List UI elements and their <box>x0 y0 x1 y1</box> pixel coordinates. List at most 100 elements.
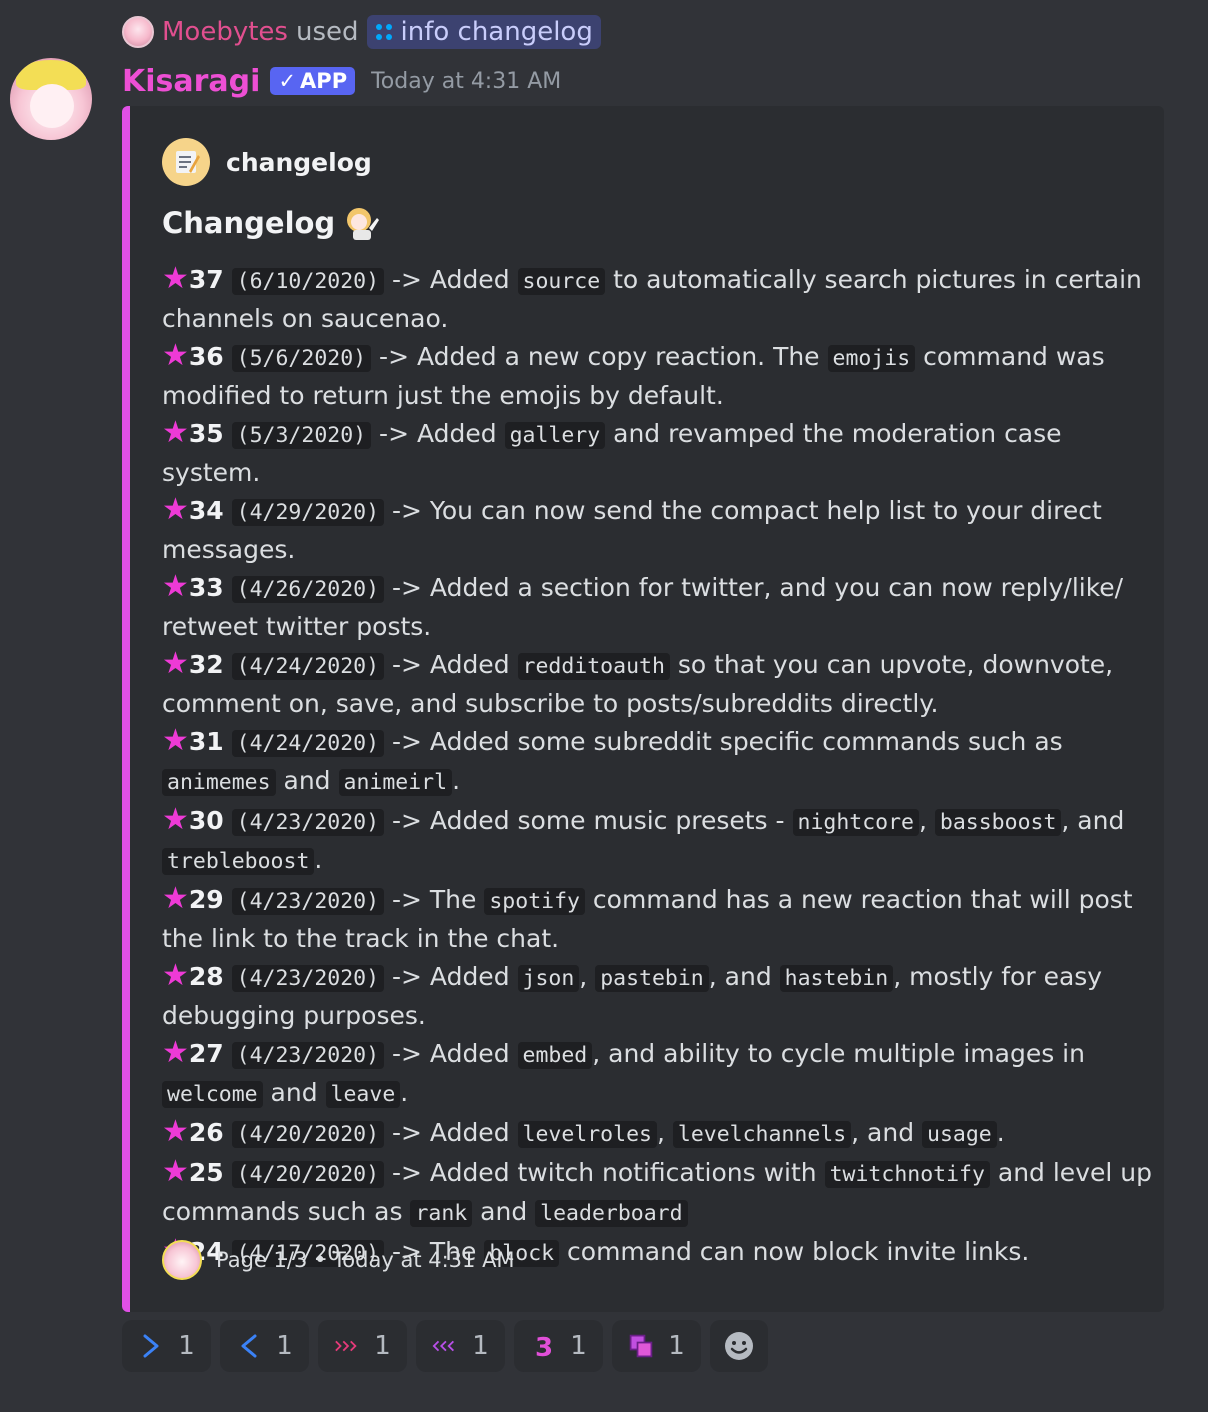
entry-text: . <box>996 1118 1005 1147</box>
copy-icon <box>628 1333 654 1359</box>
entry-number: 26 <box>188 1118 224 1147</box>
star-icon: ★ <box>162 1154 189 1189</box>
reply-username[interactable]: Moebytes <box>162 17 288 47</box>
command-code: leave <box>325 1081 401 1108</box>
bot-avatar[interactable] <box>10 58 92 140</box>
entry-number: 31 <box>188 727 224 756</box>
entry-date: (5/3/2020) <box>231 422 372 449</box>
smiley-icon <box>725 1332 753 1360</box>
entry-date: (4/23/2020) <box>231 888 385 915</box>
changelog-entries: ★37 (6/10/2020) -> Added source to autom… <box>162 260 1152 1272</box>
command-code: animemes <box>162 769 276 796</box>
command-code: source <box>517 268 606 295</box>
command-mention[interactable]: info changelog <box>366 15 601 49</box>
star-icon: ★ <box>162 881 189 916</box>
star-icon: ★ <box>162 958 189 993</box>
embed-title-text: Changelog <box>162 206 336 240</box>
entry-date: (4/20/2020) <box>231 1161 385 1188</box>
message-header: Kisaragi ✓ APP Today at 4:31 AM <box>122 60 561 102</box>
command-name: info changelog <box>400 17 593 47</box>
star-icon: ★ <box>162 338 189 373</box>
command-code: twitchnotify <box>824 1161 990 1188</box>
changelog-entry: ★37 (6/10/2020) -> Added source to autom… <box>162 260 1152 337</box>
entry-text: , and <box>708 962 780 991</box>
entry-text: -> Added <box>384 265 518 294</box>
star-icon: ★ <box>162 569 189 604</box>
star-icon: ★ <box>162 723 189 758</box>
star-icon: ★ <box>162 802 189 837</box>
entry-text: , and <box>1061 806 1125 835</box>
fast-forward-icon <box>334 1333 360 1359</box>
command-code: rank <box>410 1200 473 1227</box>
changelog-entry: ★32 (4/24/2020) -> Added redditoauth so … <box>162 645 1152 722</box>
reaction-count: 1 <box>374 1331 391 1361</box>
changelog-entry: ★33 (4/26/2020) -> Added a section for t… <box>162 568 1152 645</box>
command-code: levelroles <box>517 1121 657 1148</box>
changelog-entry: ★25 (4/20/2020) -> Added twitch notifica… <box>162 1153 1152 1232</box>
entry-text: and <box>472 1197 536 1226</box>
bot-username[interactable]: Kisaragi <box>122 64 260 99</box>
changelog-entry: ★36 (5/6/2020) -> Added a new copy react… <box>162 337 1152 414</box>
left-chevron-icon <box>236 1333 262 1359</box>
entry-date: (4/23/2020) <box>231 809 385 836</box>
entry-date: (4/23/2020) <box>231 1042 385 1069</box>
memo-icon <box>162 138 210 186</box>
entry-date: (6/10/2020) <box>231 268 385 295</box>
entry-number: 25 <box>188 1158 224 1187</box>
entry-date: (5/6/2020) <box>231 345 372 372</box>
entry-date: (4/23/2020) <box>231 965 385 992</box>
command-code: bassboost <box>934 809 1062 836</box>
app-badge: ✓ APP <box>270 67 356 95</box>
entry-date: (4/24/2020) <box>231 730 385 757</box>
entry-text: -> Added twitch notifications with <box>384 1158 825 1187</box>
entry-text: -> Added some music presets - <box>384 806 793 835</box>
embed-author: changelog <box>162 138 372 186</box>
reaction-count: 1 <box>276 1331 293 1361</box>
star-icon: ★ <box>162 415 189 450</box>
changelog-entry: ★26 (4/20/2020) -> Added levelroles, lev… <box>162 1113 1152 1153</box>
entry-text: -> Added a new copy reaction. The <box>371 342 828 371</box>
rewind-icon <box>432 1333 458 1359</box>
entry-number: 33 <box>188 573 224 602</box>
reaction-button[interactable]: 31 <box>514 1320 603 1372</box>
message-timestamp[interactable]: Today at 4:31 AM <box>371 69 561 94</box>
reaction-button[interactable]: 1 <box>612 1320 701 1372</box>
command-code: json <box>517 965 580 992</box>
entry-date: (4/24/2020) <box>231 653 385 680</box>
user-avatar[interactable] <box>122 16 154 48</box>
entry-number: 28 <box>188 962 224 991</box>
entry-text: and <box>275 766 339 795</box>
entry-text: , <box>656 1118 673 1147</box>
entry-number: 37 <box>188 265 224 294</box>
entry-text: -> The <box>384 885 485 914</box>
star-icon: ★ <box>162 1114 189 1149</box>
star-icon: ★ <box>162 1035 189 1070</box>
changelog-entry: ★27 (4/23/2020) -> Added embed, and abil… <box>162 1034 1152 1113</box>
command-code: leaderboard <box>535 1200 688 1227</box>
star-icon: ★ <box>162 646 189 681</box>
reply-used-text: used <box>295 17 359 47</box>
command-code: levelchannels <box>672 1121 852 1148</box>
command-code: trebleboost <box>162 848 315 875</box>
checkmark-icon: ✓ <box>278 69 297 93</box>
changelog-entry: ★30 (4/23/2020) -> Added some music pres… <box>162 801 1152 880</box>
command-code: hastebin <box>779 965 894 992</box>
command-code: welcome <box>162 1081 263 1108</box>
entry-number: 30 <box>188 806 224 835</box>
reaction-count: 1 <box>472 1331 489 1361</box>
entry-text: , <box>579 962 596 991</box>
reaction-button[interactable]: 1 <box>122 1320 211 1372</box>
entry-number: 35 <box>188 419 224 448</box>
command-code: pastebin <box>595 965 709 992</box>
reaction-button[interactable]: 1 <box>318 1320 407 1372</box>
changelog-embed: changelog Changelog ★37 (6/10/2020) -> A… <box>122 106 1164 1312</box>
add-reaction-button[interactable] <box>710 1320 768 1372</box>
entry-text: . <box>452 766 461 795</box>
reaction-button[interactable]: 1 <box>416 1320 505 1372</box>
footer-text: Page 1/3 • Today at 4:31 AM <box>216 1248 515 1272</box>
anime-girl-emoji-icon <box>347 208 380 240</box>
reaction-button[interactable]: 1 <box>220 1320 309 1372</box>
command-code: gallery <box>504 422 606 449</box>
embed-title: Changelog <box>162 204 381 242</box>
command-code: emojis <box>827 345 916 372</box>
